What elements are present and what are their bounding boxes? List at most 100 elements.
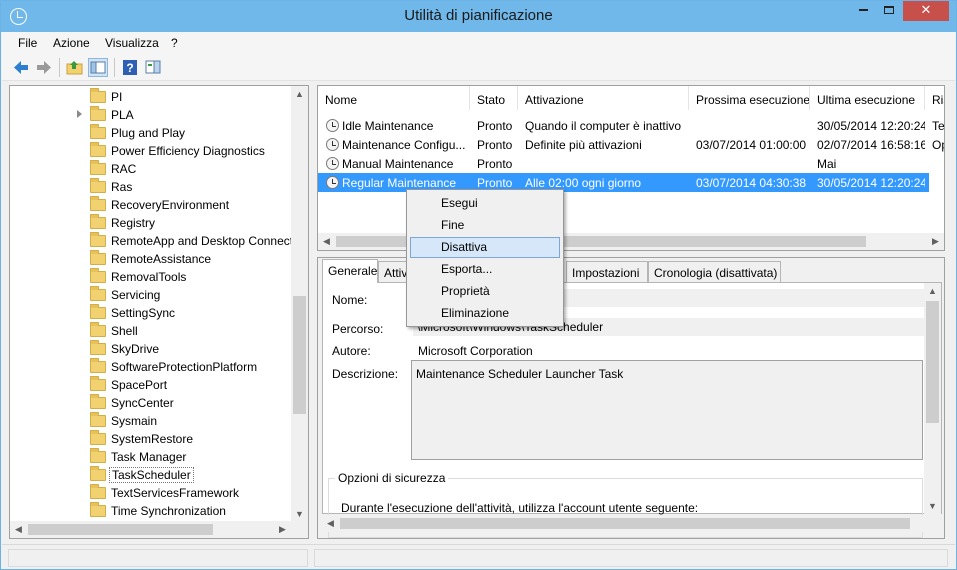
tree-item-label: Shell: [111, 324, 138, 338]
folder-icon: [90, 88, 106, 103]
tree-item-label: PLA: [111, 108, 134, 122]
tree-item[interactable]: Plug and Play: [10, 124, 292, 142]
tree-hscroll-thumb[interactable]: [28, 524, 213, 535]
tree-item-label: RemoteApp and Desktop Connect: [111, 234, 294, 248]
task-cell-next: 03/07/2014 04:30:38: [696, 176, 807, 190]
name-label: Nome:: [332, 293, 368, 307]
column-header-attivazione[interactable]: Attivazione: [518, 86, 689, 110]
scroll-up-icon[interactable]: ▲: [924, 283, 941, 300]
show-tree-icon: [90, 61, 106, 74]
show-tree-button[interactable]: [88, 58, 108, 77]
up-folder-button[interactable]: [65, 58, 85, 77]
toolbar-separator: [59, 58, 60, 77]
task-cell-result: Op: [932, 138, 944, 152]
action-pane-button[interactable]: [143, 58, 163, 77]
scroll-left-icon[interactable]: ◀: [318, 233, 335, 250]
scroll-right-icon[interactable]: ▶: [927, 233, 944, 250]
menu-item-eliminazione[interactable]: Eliminazione: [410, 303, 560, 324]
scroll-left-icon[interactable]: ◀: [10, 521, 27, 538]
folder-icon: [90, 142, 106, 157]
tab-impostazioni[interactable]: Impostazioni: [566, 261, 648, 282]
tree-item[interactable]: PI: [10, 88, 292, 106]
tree-item[interactable]: Task Manager: [10, 448, 292, 466]
menu-item-proprieta[interactable]: Proprietà: [410, 281, 560, 302]
minimize-icon: [858, 9, 868, 11]
scroll-down-icon[interactable]: ▼: [924, 498, 941, 515]
column-header-ultima-esecuzione[interactable]: Ultima esecuzione: [810, 86, 925, 110]
column-header-risultato[interactable]: Ris: [925, 86, 944, 110]
tree-item[interactable]: RemoteApp and Desktop Connect: [10, 232, 294, 250]
column-header-nome[interactable]: Nome: [318, 86, 470, 110]
action-pane-icon: [145, 60, 161, 74]
tree-item-label: RecoveryEnvironment: [111, 198, 230, 212]
details-vertical-scrollbar[interactable]: ▲ ▼: [924, 283, 941, 515]
tree-item[interactable]: RemovalTools: [10, 268, 292, 286]
description-field[interactable]: Maintenance Scheduler Launcher Task: [411, 360, 923, 460]
tree-item[interactable]: TextServicesFramework: [10, 484, 292, 502]
tree-item[interactable]: SyncCenter: [10, 394, 292, 412]
tree-item[interactable]: PLA: [10, 106, 292, 124]
folder-icon: [90, 178, 106, 193]
folder-icon: [90, 466, 106, 481]
menu-help[interactable]: ?: [171, 36, 178, 50]
task-cell-status: Pronto: [477, 138, 513, 152]
details-hscroll-thumb[interactable]: [340, 518, 910, 529]
tree-item[interactable]: Time Synchronization: [10, 502, 292, 520]
tree-item[interactable]: RemoteAssistance: [10, 250, 292, 268]
scroll-right-icon[interactable]: ▶: [274, 521, 291, 538]
column-header-stato[interactable]: Stato: [470, 86, 518, 110]
menu-visualizza[interactable]: Visualizza: [105, 36, 159, 50]
menu-item-esegui[interactable]: Esegui: [410, 193, 560, 214]
title-bar[interactable]: Utilità di pianificazione ✕: [1, 1, 956, 32]
tree-item[interactable]: Registry: [10, 214, 292, 232]
task-cell-result: Te: [932, 119, 945, 133]
tab-cronologia[interactable]: Cronologia (disattivata): [648, 261, 781, 282]
tree-item[interactable]: Sysmain: [10, 412, 292, 430]
tree-item[interactable]: SpacePort: [10, 376, 292, 394]
menu-file[interactable]: File: [18, 36, 37, 50]
column-header-prossima-esecuzione[interactable]: Prossima esecuzione: [689, 86, 810, 110]
details-horizontal-scrollbar[interactable]: ◀: [322, 515, 924, 532]
task-cell-status: Pronto: [477, 119, 513, 133]
tree-vertical-scrollbar[interactable]: ▲ ▼: [291, 86, 308, 523]
folder-icon: [90, 394, 106, 409]
details-scroll-thumb[interactable]: [926, 301, 939, 423]
tree-item[interactable]: RAC: [10, 160, 292, 178]
minimize-button[interactable]: [850, 1, 876, 21]
tree-scroll-thumb[interactable]: [293, 296, 306, 414]
folder-icon: [90, 196, 106, 211]
tree-item-label: Plug and Play: [111, 126, 186, 140]
tree-item[interactable]: Ras: [10, 178, 292, 196]
folder-icon: [90, 268, 106, 283]
task-row[interactable]: Idle Maintenance Pronto Quando il computer…: [318, 116, 944, 135]
task-row[interactable]: Maintenance Configu... Pronto Definite più…: [318, 135, 944, 154]
tree-item[interactable]: Shell: [10, 322, 292, 340]
expand-arrow-icon[interactable]: [77, 110, 82, 118]
menu-item-esporta[interactable]: Esporta...: [410, 259, 560, 280]
menu-item-disattiva[interactable]: Disattiva: [410, 237, 560, 258]
tab-generale[interactable]: Generale: [322, 259, 378, 283]
scroll-up-icon[interactable]: ▲: [291, 86, 308, 103]
maximize-button[interactable]: [876, 1, 902, 21]
folder-icon: [90, 304, 106, 319]
tree-item[interactable]: SystemRestore: [10, 430, 292, 448]
tree-horizontal-scrollbar[interactable]: ◀ ▶: [10, 521, 308, 538]
help-button[interactable]: ?: [120, 58, 140, 77]
menu-azione[interactable]: Azione: [53, 36, 90, 50]
context-menu: Esegui Fine Disattiva Esporta... Proprie…: [406, 189, 564, 327]
menu-item-fine[interactable]: Fine: [410, 215, 560, 236]
tree-item[interactable]: RecoveryEnvironment: [10, 196, 292, 214]
tree-item[interactable]: SkyDrive: [10, 340, 292, 358]
scroll-left-icon[interactable]: ◀: [322, 515, 339, 532]
tree-item[interactable]: Power Efficiency Diagnostics: [10, 142, 292, 160]
task-cell-next: 03/07/2014 01:00:00: [696, 138, 807, 152]
tree-item[interactable]: SoftwareProtectionPlatform: [10, 358, 292, 376]
back-button[interactable]: [11, 58, 31, 77]
folder-tree[interactable]: PI PLA Plug and Play Power Efficiency Diagn…: [9, 85, 309, 539]
forward-button[interactable]: [34, 58, 54, 77]
task-row[interactable]: Manual Maintenance Pronto Mai: [318, 154, 929, 173]
tree-item[interactable]: TaskScheduler: [10, 466, 292, 484]
tree-item[interactable]: Servicing: [10, 286, 292, 304]
close-button[interactable]: ✕: [903, 1, 949, 21]
tree-item[interactable]: SettingSync: [10, 304, 292, 322]
